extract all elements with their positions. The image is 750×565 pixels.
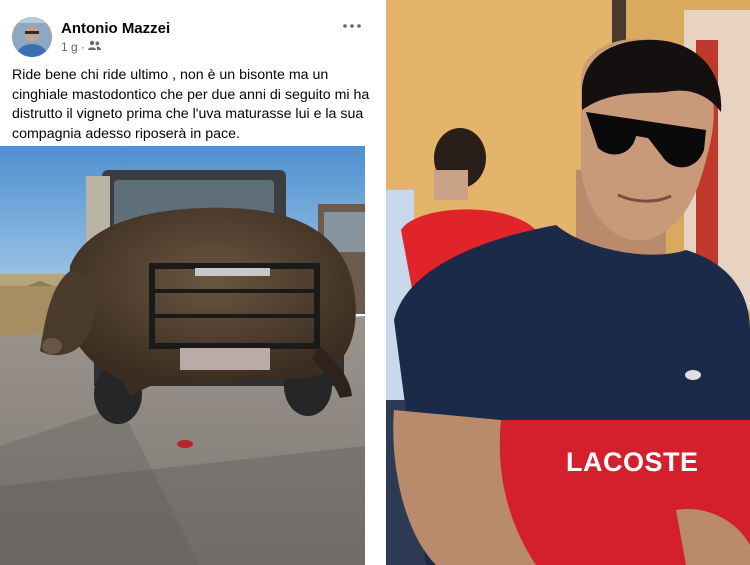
portrait-photo[interactable]: [386, 0, 750, 565]
post-header: Antonio Mazzei 1 g ·: [0, 0, 385, 62]
social-post: Antonio Mazzei 1 g · Ride bene chi ride …: [0, 0, 385, 565]
shirt-brand-text: LACOSTE: [566, 447, 699, 477]
friends-icon[interactable]: [87, 40, 101, 54]
post-photo[interactable]: [0, 146, 365, 565]
author-avatar[interactable]: [12, 17, 52, 57]
meta-separator: ·: [80, 40, 85, 54]
post-meta: 1 g ·: [61, 40, 101, 54]
more-options-button[interactable]: [339, 17, 365, 35]
author-name[interactable]: Antonio Mazzei: [61, 20, 170, 37]
post-time[interactable]: 1 g: [61, 40, 78, 54]
post-text: Ride bene chi ride ultimo , non è un bis…: [12, 67, 370, 142]
more-dots-icon: [343, 24, 361, 28]
